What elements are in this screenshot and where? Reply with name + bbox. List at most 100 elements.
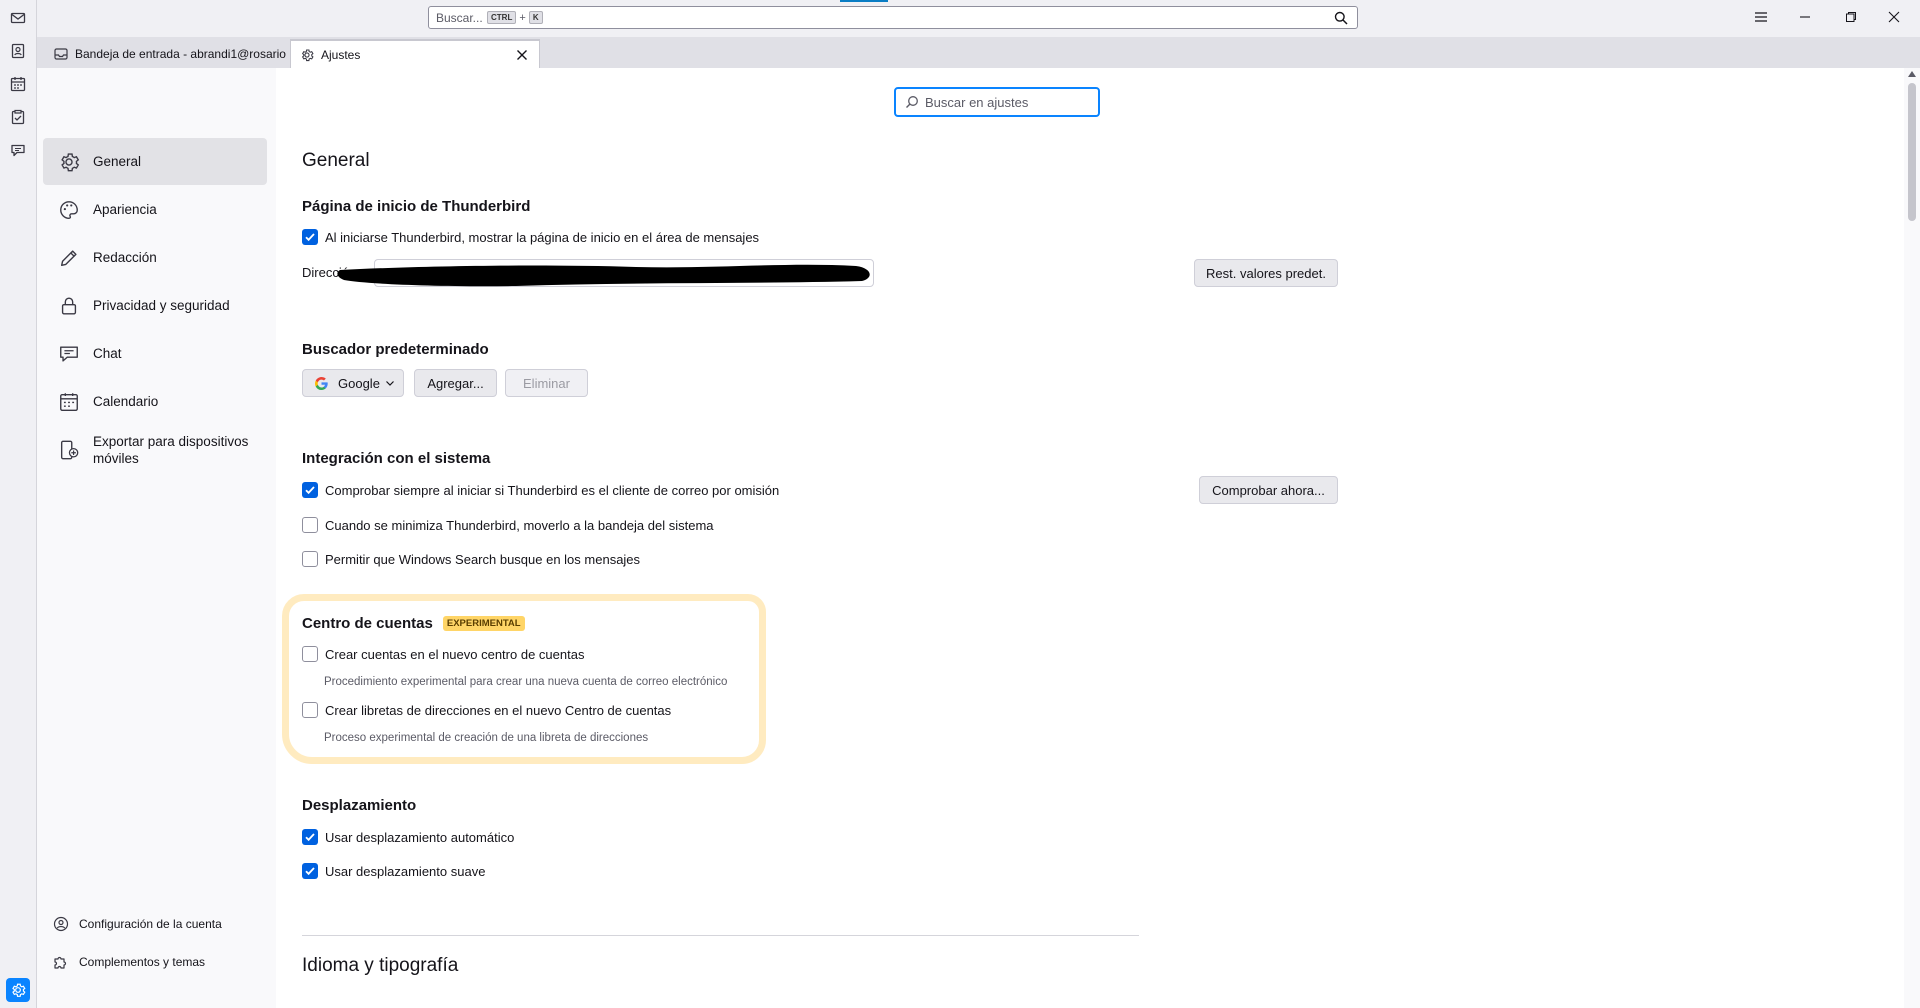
account-hub-addressbooks-checkbox[interactable]: Crear libretas de direcciones en el nuev… [302,702,671,718]
shortcut-key: K [528,11,543,24]
global-search-input[interactable]: Buscar... CTRL + K [428,6,1358,29]
accent-line [840,0,888,2]
shortcut-plus: + [519,12,526,24]
shortcut-ctrl: CTRL [487,11,517,24]
checkbox-checked[interactable] [302,482,318,498]
category-calendar[interactable]: Calendario [43,378,267,425]
mail-space-icon[interactable] [9,9,27,27]
search-icon[interactable] [1334,11,1348,25]
account-hub-title: Centro de cuentas [302,615,433,632]
chevron-down-icon [385,378,395,388]
settings-main-pane: Buscar en ajustes General Página de inic… [276,68,1920,1008]
minimize-to-tray-label: Cuando se minimiza Thunderbird, moverlo … [325,517,714,533]
category-composition[interactable]: Redacción [43,234,267,281]
category-label: Privacidad y seguridad [93,298,230,313]
checkbox-checked[interactable] [302,863,318,879]
scrollbar-thumb[interactable] [1908,83,1916,221]
search-engine-selected: Google [338,375,380,391]
settings-search-input[interactable]: Buscar en ajustes [894,87,1100,117]
account-settings-label: Configuración de la cuenta [79,917,222,931]
account-hub-heading: Centro de cuentas EXPERIMENTAL [302,615,525,632]
tasks-space-icon[interactable] [9,108,27,126]
calendar-space-icon[interactable] [9,75,27,93]
category-label: Calendario [93,394,159,409]
tab-inbox-label: Bandeja de entrada - abrandi1@rosario [75,46,286,61]
address-book-space-icon[interactable] [9,42,27,60]
show-start-page-label: Al iniciarse Thunderbird, mostrar la pág… [325,229,760,245]
settings-content: General Apariencia Redacción Privacidad … [37,68,1920,1008]
language-section-title: Idioma y tipografía [302,955,459,976]
category-appearance[interactable]: Apariencia [43,186,267,233]
autoscroll-label: Usar desplazamiento automático [325,829,515,845]
category-chat[interactable]: Chat [43,330,267,377]
autoscroll-checkbox[interactable]: Usar desplazamiento automático [302,829,514,845]
lock-icon [57,294,81,318]
title-bar: Buscar... CTRL + K [0,0,1920,34]
search-engine-heading: Buscador predeterminado [302,341,489,358]
minimize-to-tray-checkbox[interactable]: Cuando se minimiza Thunderbird, moverlo … [302,517,714,533]
account-hub-accounts-checkbox[interactable]: Crear cuentas en el nuevo centro de cuen… [302,646,584,662]
start-page-heading: Página de inicio de Thunderbird [302,198,531,215]
inbox-icon [54,47,68,61]
tab-settings-label: Ajustes [321,47,361,62]
close-tab-icon[interactable] [515,48,529,62]
addons-themes-label: Complementos y temas [79,955,206,969]
remove-search-engine-button[interactable]: Eliminar [505,369,588,397]
restore-defaults-button[interactable]: Rest. valores predet. [1194,259,1338,287]
default-client-checkbox[interactable]: Comprobar siempre al iniciar si Thunderb… [302,482,779,498]
page-title: General [302,150,370,171]
search-icon [905,95,919,109]
settings-space-icon[interactable] [6,978,30,1002]
category-mobile-export[interactable]: Exportar para dispositivos móviles [43,426,267,473]
search-shortcut: CTRL + K [487,11,543,24]
minimize-icon[interactable] [1793,7,1817,27]
tab-settings[interactable]: Ajustes [290,39,540,68]
restore-icon[interactable] [1839,7,1863,27]
chat-icon [57,342,81,366]
scroll-up-icon[interactable] [1908,71,1916,77]
checkbox-unchecked[interactable] [302,551,318,567]
category-privacy-security[interactable]: Privacidad y seguridad [43,282,267,329]
account-hub-accounts-description: Procedimiento experimental para crear un… [324,676,728,688]
show-start-page-checkbox[interactable]: Al iniciarse Thunderbird, mostrar la pág… [302,229,759,245]
system-integration-heading: Integración con el sistema [302,450,491,467]
settings-category-nav: General Apariencia Redacción Privacidad … [37,68,276,1008]
windows-search-checkbox[interactable]: Permitir que Windows Search busque en lo… [302,551,640,567]
scrolling-heading: Desplazamiento [302,797,417,814]
checkbox-unchecked[interactable] [302,646,318,662]
search-engine-select[interactable]: Google [302,369,404,397]
account-hub-addressbooks-description: Proceso experimental de creación de una … [324,732,649,744]
puzzle-icon [52,953,70,971]
addons-themes-link[interactable]: Complementos y temas [52,950,205,974]
category-label: Redacción [93,250,157,265]
smooth-scroll-checkbox[interactable]: Usar desplazamiento suave [302,863,485,879]
calendar-icon [57,390,81,414]
redaction-scribble [337,264,870,287]
google-icon [315,376,328,390]
account-settings-link[interactable]: Configuración de la cuenta [52,912,222,936]
check-now-button[interactable]: Comprobar ahora... [1199,476,1338,504]
category-general[interactable]: General [43,138,267,185]
account-settings-icon [52,915,70,933]
tab-inbox[interactable]: Bandeja de entrada - abrandi1@rosario [42,39,326,68]
category-label: Chat [93,346,122,361]
gear-icon [300,48,314,62]
checkbox-unchecked[interactable] [302,517,318,533]
checkbox-checked[interactable] [302,829,318,845]
global-search-placeholder: Buscar... [436,11,483,25]
category-label: Apariencia [93,202,157,217]
gear-icon [57,150,81,174]
default-client-label: Comprobar siempre al iniciar si Thunderb… [325,482,780,498]
spaces-toolbar [0,0,37,1008]
checkbox-checked[interactable] [302,229,318,245]
app-menu-icon[interactable] [1749,7,1773,27]
scrollbar[interactable] [1904,68,1920,1008]
section-divider [302,935,1139,936]
account-hub-accounts-label: Crear cuentas en el nuevo centro de cuen… [325,646,585,662]
add-search-engine-button[interactable]: Agregar... [414,369,497,397]
chat-space-icon[interactable] [9,141,27,159]
palette-icon [57,198,81,222]
mobile-export-icon [57,438,81,462]
close-window-icon[interactable] [1882,7,1906,27]
checkbox-unchecked[interactable] [302,702,318,718]
